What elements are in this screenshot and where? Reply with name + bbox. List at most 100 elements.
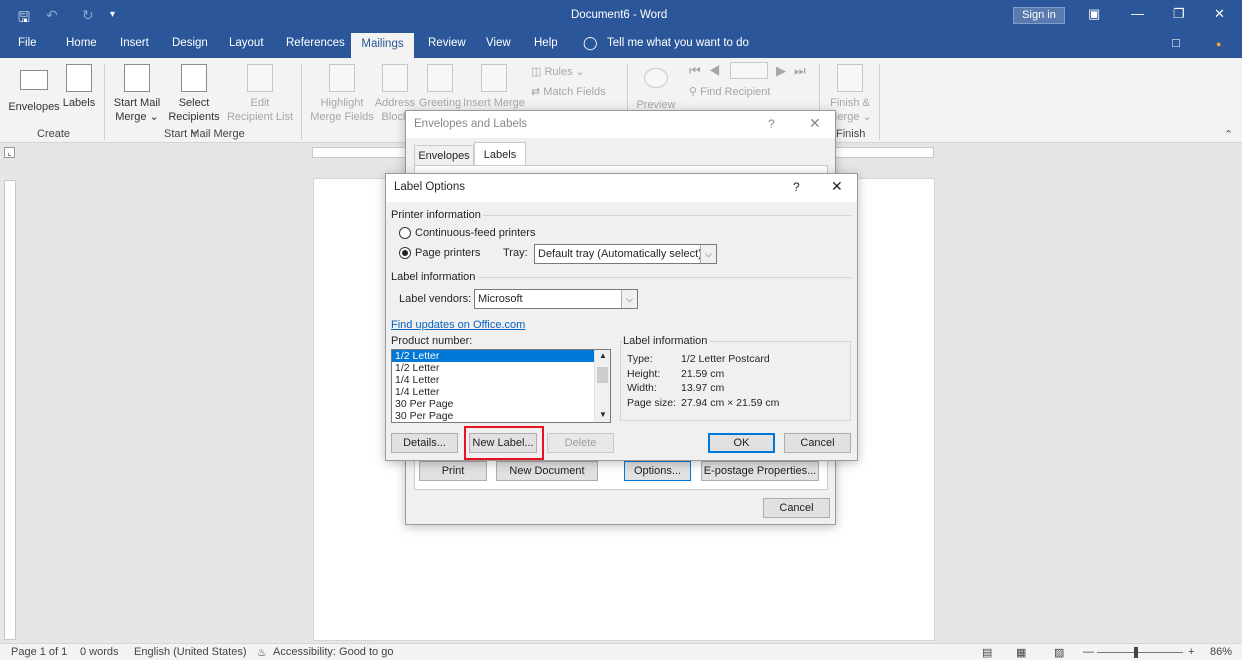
product-number-list[interactable]: 1/2 Letter 1/2 Letter 1/4 Letter 1/4 Let… <box>391 349 611 423</box>
help-button[interactable]: ? <box>793 180 800 194</box>
zoom-out-icon[interactable]: — <box>1083 646 1094 658</box>
scroll-thumb[interactable] <box>597 367 608 383</box>
tab-selector-icon[interactable]: ⌞ <box>4 147 15 158</box>
product-number-label: Product number: <box>391 335 473 347</box>
new-document-button[interactable]: New Document <box>496 461 598 481</box>
accessibility-status[interactable]: Accessibility: Good to go <box>273 646 393 658</box>
sign-in-button[interactable]: Sign in <box>1013 7 1065 24</box>
preview-results-button[interactable]: Preview <box>634 68 678 112</box>
greeting-line-button[interactable]: Greeting <box>418 64 462 110</box>
zoom-level[interactable]: 86% <box>1210 646 1232 658</box>
restore-icon[interactable]: ❐ <box>1173 6 1185 22</box>
find-recipient-button[interactable]: ⚲ Find Recipient <box>689 85 770 98</box>
read-mode-icon[interactable]: ▤ <box>982 646 992 659</box>
highlight-icon <box>329 64 355 92</box>
select-recipients-label: Select <box>178 97 210 109</box>
tray-select[interactable]: Default tray (Automatically select) ⌵ <box>534 244 717 264</box>
collapse-ribbon-icon[interactable]: ⌃ <box>1224 128 1233 141</box>
close-icon[interactable]: ✕ <box>831 178 843 195</box>
match-fields-button[interactable]: ⇄ Match Fields <box>531 85 606 98</box>
options-button[interactable]: Options... <box>624 461 691 481</box>
new-label-button[interactable]: New Label... <box>469 433 537 453</box>
tab-mailings[interactable]: Mailings <box>351 33 414 58</box>
tab-envelopes[interactable]: Envelopes <box>414 145 474 165</box>
zoom-slider[interactable] <box>1097 652 1183 653</box>
tab-insert[interactable]: Insert <box>120 37 149 49</box>
page-size-value: 27.94 cm × 21.59 cm <box>681 397 780 409</box>
envelopes-label: Envelopes <box>8 101 60 113</box>
ok-button[interactable]: OK <box>708 433 775 453</box>
list-item[interactable]: 1/2 Letter <box>392 362 594 374</box>
list-item[interactable]: 30 Per Page <box>392 410 594 422</box>
tab-review[interactable]: Review <box>428 37 466 49</box>
title-bar: 🖫 ↶ ↻ ▾ Document6 - Word Sign in ▣ — ❐ ✕ <box>0 0 1242 31</box>
list-scrollbar[interactable]: ▲ ▼ <box>594 350 610 422</box>
customize-quick-access-icon[interactable]: ▾ <box>110 9 115 20</box>
find-recipient-label: Find Recipient <box>700 86 771 98</box>
web-layout-icon[interactable]: ▨ <box>1054 646 1064 659</box>
start-mail-merge-label-2: Merge ⌄ <box>115 111 159 123</box>
cancel-button[interactable]: Cancel <box>784 433 851 453</box>
record-navigation-next[interactable]: ▶⏭ <box>776 63 814 79</box>
edit-recipient-list-button[interactable]: Edit Recipient List <box>226 64 294 124</box>
chevron-down-icon[interactable]: ⌵ <box>700 245 716 263</box>
start-mail-merge-button[interactable]: Start Mail Merge ⌄ <box>112 64 162 124</box>
list-item[interactable]: 1/4 Letter <box>392 374 594 386</box>
epostage-properties-button[interactable]: E-postage Properties... <box>701 461 819 481</box>
ribbon-display-options-icon[interactable]: ▣ <box>1088 6 1100 22</box>
list-item[interactable]: 30 Per Page <box>392 398 594 410</box>
list-item[interactable]: 1/4 Letter <box>392 386 594 398</box>
close-window-icon[interactable]: ✕ <box>1214 6 1225 22</box>
labels-button[interactable]: Labels <box>62 64 96 110</box>
delete-button[interactable]: Delete <box>547 433 614 453</box>
tab-references[interactable]: References <box>286 37 345 49</box>
find-updates-link[interactable]: Find updates on Office.com <box>391 319 525 331</box>
word-count[interactable]: 0 words <box>80 646 119 658</box>
vertical-ruler[interactable] <box>4 180 16 640</box>
minimize-icon[interactable]: — <box>1131 6 1144 21</box>
tab-file[interactable]: File <box>18 37 37 49</box>
language[interactable]: English (United States) <box>134 646 247 658</box>
label-vendors-select[interactable]: Microsoft ⌵ <box>474 289 638 309</box>
highlight-merge-fields-button[interactable]: Highlight Merge Fields <box>309 64 375 124</box>
envelopes-button[interactable]: Envelopes <box>8 66 60 114</box>
tab-home[interactable]: Home <box>66 37 97 49</box>
page-printers-label[interactable]: Page printers <box>415 247 480 259</box>
page-printers-radio[interactable] <box>399 247 411 259</box>
zoom-slider-thumb[interactable] <box>1134 647 1138 658</box>
page-count[interactable]: Page 1 of 1 <box>11 646 67 658</box>
record-number-input[interactable] <box>730 62 768 79</box>
continuous-feed-label[interactable]: Continuous-feed printers <box>415 227 535 239</box>
tab-layout[interactable]: Layout <box>229 37 264 49</box>
print-layout-icon[interactable]: ▦ <box>1016 646 1026 659</box>
tab-labels[interactable]: Labels <box>474 142 526 166</box>
scroll-up-icon[interactable]: ▲ <box>599 351 607 360</box>
tray-value: Default tray (Automatically select) <box>538 248 702 260</box>
close-icon[interactable]: ✕ <box>809 115 821 132</box>
zoom-in-icon[interactable]: + <box>1188 646 1194 658</box>
undo-icon[interactable]: ↶ <box>46 7 58 24</box>
redo-icon[interactable]: ↻ <box>82 7 94 24</box>
tab-help[interactable]: Help <box>534 37 558 49</box>
help-button[interactable]: ? <box>768 117 775 131</box>
scroll-down-icon[interactable]: ▼ <box>599 410 607 419</box>
tab-design[interactable]: Design <box>172 37 208 49</box>
share-icon[interactable]: ● <box>1216 39 1221 49</box>
chevron-down-icon[interactable]: ⌵ <box>621 290 637 308</box>
lightbulb-icon: ◯ <box>583 35 598 50</box>
list-item[interactable]: 1/2 Letter <box>392 350 594 362</box>
section-line <box>479 277 851 278</box>
record-navigation[interactable]: ⏮◀ <box>689 63 728 79</box>
rules-button[interactable]: ◫ Rules ⌄ <box>531 65 585 78</box>
save-icon[interactable]: 🖫 <box>18 7 30 31</box>
print-button[interactable]: Print <box>419 461 487 481</box>
continuous-feed-radio[interactable] <box>399 227 411 239</box>
insert-merge-field-button[interactable]: Insert Merge <box>463 64 525 110</box>
tell-me-search[interactable]: Tell me what you want to do <box>607 37 749 49</box>
comments-icon[interactable]: □ <box>1172 35 1180 50</box>
cancel-button[interactable]: Cancel <box>763 498 830 518</box>
tab-view[interactable]: View <box>486 37 511 49</box>
details-button[interactable]: Details... <box>391 433 458 453</box>
page-size-label: Page size: <box>627 397 677 409</box>
select-recipients-button[interactable]: Select Recipients ⌄ <box>163 64 225 138</box>
